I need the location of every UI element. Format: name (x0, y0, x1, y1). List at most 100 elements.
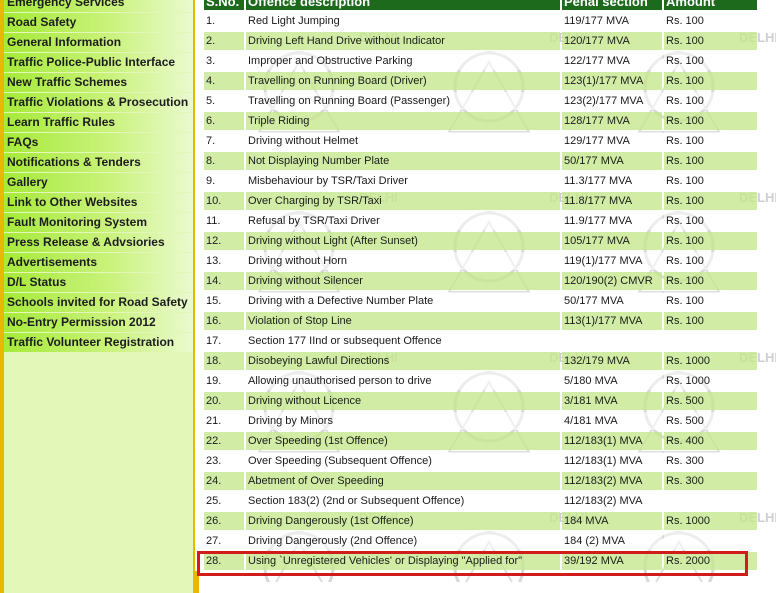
table-row: 19. Allowing unauthorised person to drive… (204, 372, 757, 390)
table-row: 20. Driving without Licence 3/181 MVA Rs. 5… (204, 392, 757, 410)
sidebar-item-traffic-violations-prosecution[interactable]: Traffic Violations & Prosecution (4, 93, 193, 112)
table-row: 5. Travelling on Running Board (Passenger… (204, 92, 757, 110)
sidebar-item-traffic-volunteer-registration[interactable]: Traffic Volunteer Registration (4, 333, 193, 352)
sidebar-item-notifications-tenders[interactable]: Notifications & Tenders (4, 153, 193, 172)
cell-penal-section: 112/183(1) MVA (562, 452, 662, 470)
header-penal-section: Penal section (562, 0, 662, 10)
cell-penal-section: 119(1)/177 MVA (562, 252, 662, 270)
cell-offence: Travelling on Running Board (Driver) (246, 72, 560, 90)
sidebar-item-road-safety[interactable]: Road Safety (4, 13, 193, 32)
cell-penal-section: 11.8/177 MVA (562, 192, 662, 210)
cell-penal-section: 50/177 MVA (562, 152, 662, 170)
sidebar-item-learn-traffic-rules[interactable]: Learn Traffic Rules (4, 113, 193, 132)
cell-offence: Using `Unregistered Vehicles' or Display… (246, 552, 560, 570)
table-row: 21. Driving by Minors 4/181 MVA Rs. 500 (204, 412, 757, 430)
cell-amount: Rs. 1000 (664, 352, 757, 370)
cell-sno: 10. (204, 192, 244, 210)
cell-penal-section: 112/183(2) MVA (562, 472, 662, 490)
cell-sno: 26. (204, 512, 244, 530)
table-row: 17. Section 177 IInd or subsequent Offenc… (204, 332, 757, 350)
table-row: 27. Driving Dangerously (2nd Offence) 184 … (204, 532, 757, 550)
table-row: 11. Refusal by TSR/Taxi Driver 11.9/177 MV… (204, 212, 757, 230)
cell-amount: Rs. 100 (664, 232, 757, 250)
table-row: 15. Driving with a Defective Number Plate… (204, 292, 757, 310)
cell-sno: 13. (204, 252, 244, 270)
cell-amount (664, 492, 757, 510)
cell-penal-section: 3/181 MVA (562, 392, 662, 410)
sidebar-item-gallery[interactable]: Gallery (4, 173, 193, 192)
cell-sno: 22. (204, 432, 244, 450)
cell-penal-section: 128/177 MVA (562, 112, 662, 130)
sidebar-item-emergency-services[interactable]: Emergency Services (4, 0, 193, 12)
cell-sno: 18. (204, 352, 244, 370)
cell-sno: 2. (204, 32, 244, 50)
cell-penal-section: 112/183(1) MVA (562, 432, 662, 450)
cell-sno: 4. (204, 72, 244, 90)
cell-penal-section: 184 (2) MVA (562, 532, 662, 550)
cell-amount: Rs. 1000 (664, 372, 757, 390)
cell-sno: 12. (204, 232, 244, 250)
table-row: 25. Section 183(2) (2nd or Subsequent Off… (204, 492, 757, 510)
cell-offence: Driving by Minors (246, 412, 560, 430)
cell-offence: Not Displaying Number Plate (246, 152, 560, 170)
cell-penal-section: 122/177 MVA (562, 52, 662, 70)
table-row: 13. Driving without Horn 119(1)/177 MVA Rs.… (204, 252, 757, 270)
cell-offence: Driving without Licence (246, 392, 560, 410)
cell-amount: Rs. 300 (664, 452, 757, 470)
cell-amount: Rs. 2000 (664, 552, 757, 570)
cell-offence: Improper and Obstructive Parking (246, 52, 560, 70)
cell-amount: Rs. 300 (664, 472, 757, 490)
cell-penal-section: 5/180 MVA (562, 372, 662, 390)
cell-offence: Section 183(2) (2nd or Subsequent Offenc… (246, 492, 560, 510)
sidebar-item-link-to-other-websites[interactable]: Link to Other Websites (4, 193, 193, 212)
cell-sno: 19. (204, 372, 244, 390)
table-row: 24. Abetment of Over Speeding 112/183(2) M… (204, 472, 757, 490)
sidebar-item-press-release-advsiories[interactable]: Press Release & Advsiories (4, 233, 193, 252)
sidebar-item-no-entry-permission-2012[interactable]: No-Entry Permission 2012 (4, 313, 193, 332)
cell-sno: 16. (204, 312, 244, 330)
cell-penal-section: 129/177 MVA (562, 132, 662, 150)
table-row: 2. Driving Left Hand Drive without Indica… (204, 32, 757, 50)
cell-amount: Rs. 100 (664, 152, 757, 170)
cell-amount: Rs. 100 (664, 12, 757, 30)
table-row: 23. Over Speeding (Subsequent Offence) 112… (204, 452, 757, 470)
cell-offence: Abetment of Over Speeding (246, 472, 560, 490)
sidebar-item-faqs[interactable]: FAQs (4, 133, 193, 152)
cell-penal-section (562, 332, 662, 350)
cell-offence: Over Speeding (1st Offence) (246, 432, 560, 450)
cell-amount: Rs. 100 (664, 112, 757, 130)
cell-amount: Rs. 100 (664, 292, 757, 310)
cell-sno: 5. (204, 92, 244, 110)
cell-offence: Driving Dangerously (1st Offence) (246, 512, 560, 530)
cell-sno: 24. (204, 472, 244, 490)
table-row: 1. Red Light Jumping 119/177 MVA Rs. 100 (204, 12, 757, 30)
cell-penal-section: 120/190(2) CMVR (562, 272, 662, 290)
cell-sno: 11. (204, 212, 244, 230)
cell-sno: 14. (204, 272, 244, 290)
cell-offence: Travelling on Running Board (Passenger) (246, 92, 560, 110)
nav-menu: Emergency Services Road Safety General Inf… (4, 0, 193, 353)
sidebar-item-advertisements[interactable]: Advertisements (4, 253, 193, 272)
cell-amount: Rs. 100 (664, 312, 757, 330)
table-row: 7. Driving without Helmet 129/177 MVA Rs. 1… (204, 132, 757, 150)
sidebar-item-traffic-police-public-interface[interactable]: Traffic Police-Public Interface (4, 53, 193, 72)
offences-table: S.No. Offence description Penal section … (202, 0, 759, 572)
cell-amount: Rs. 100 (664, 72, 757, 90)
sidebar-item-general-information[interactable]: General Information (4, 33, 193, 52)
sidebar-item-new-traffic-schemes[interactable]: New Traffic Schemes (4, 73, 193, 92)
sidebar-item-fault-monitoring-system[interactable]: Fault Monitoring System (4, 213, 193, 232)
cell-sno: 27. (204, 532, 244, 550)
cell-offence: Triple Riding (246, 112, 560, 130)
cell-sno: 23. (204, 452, 244, 470)
table-row: 10. Over Charging by TSR/Taxi 11.8/177 MVA… (204, 192, 757, 210)
sidebar-item-schools-invited-for-road-safety[interactable]: Schools invited for Road Safety (4, 293, 193, 312)
cell-amount: Rs. 100 (664, 192, 757, 210)
cell-offence: Over Charging by TSR/Taxi (246, 192, 560, 210)
cell-amount: Rs. 100 (664, 212, 757, 230)
cell-offence: Refusal by TSR/Taxi Driver (246, 212, 560, 230)
sidebar-item-d-l-status[interactable]: D/L Status (4, 273, 193, 292)
cell-amount: Rs. 500 (664, 392, 757, 410)
table-row: 3. Improper and Obstructive Parking 122/17… (204, 52, 757, 70)
cell-penal-section: 11.9/177 MVA (562, 212, 662, 230)
cell-amount: Rs. 100 (664, 92, 757, 110)
